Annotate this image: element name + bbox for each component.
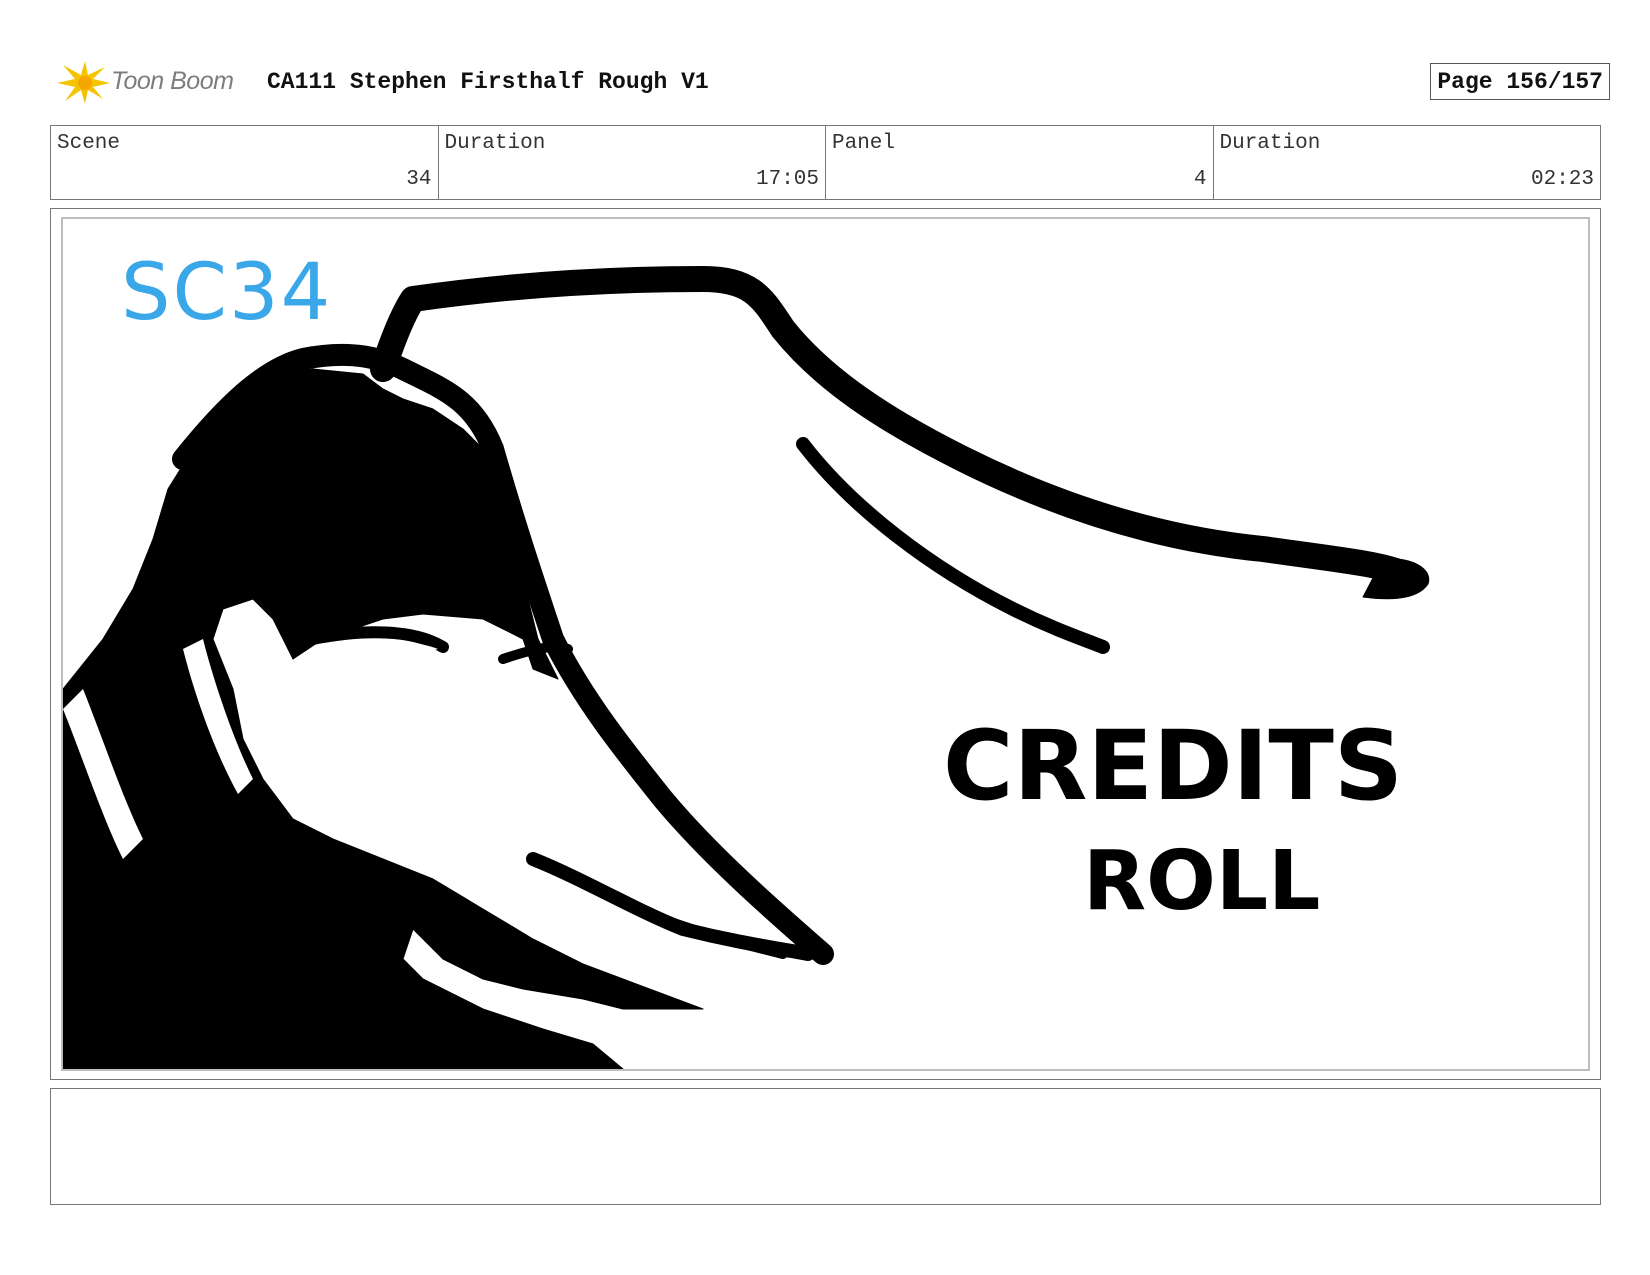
scene-duration-value: 17:05 — [755, 168, 819, 191]
panel-drawing-area: SC34 CREDITS ROLL — [61, 217, 1590, 1071]
panel-notes-box[interactable] — [50, 1088, 1601, 1205]
storyboard-panel: SC34 CREDITS ROLL — [50, 208, 1601, 1080]
scene-duration-label: Duration — [444, 132, 546, 155]
panel-duration-value: 02:23 — [1530, 168, 1594, 191]
scene-info-table: Scene 34 Duration 17:05 Panel 4 Duration… — [50, 125, 1601, 200]
logo-text: Toon Boom — [111, 67, 234, 95]
panel-duration-cell: Duration 02:23 — [1214, 126, 1601, 199]
lower-stroke-2 — [658, 914, 788, 959]
panel-value: 4 — [1193, 168, 1207, 191]
panel-sketch: SC34 CREDITS ROLL — [63, 248, 1430, 1069]
panel-label: Panel — [832, 132, 896, 155]
document-title: CA111 Stephen Firsthalf Rough V1 — [267, 69, 709, 95]
panel-duration-label: Duration — [1219, 132, 1321, 155]
caption-line-2: ROLL — [1083, 834, 1320, 929]
scene-tag: SC34 — [121, 248, 332, 338]
caption-line-1: CREDITS — [943, 710, 1403, 822]
scene-value: 34 — [406, 168, 432, 191]
toon-boom-logo: Toon Boom — [55, 57, 255, 105]
scene-cell: Scene 34 — [51, 126, 439, 199]
inner-stroke — [796, 437, 1110, 654]
scene-label: Scene — [57, 132, 121, 155]
scene-duration-cell: Duration 17:05 — [439, 126, 826, 199]
page-header: Toon Boom CA111 Stephen Firsthalf Rough … — [50, 55, 1610, 105]
panel-cell: Panel 4 — [826, 126, 1214, 199]
page-indicator: Page 156/157 — [1430, 63, 1610, 100]
starburst-icon — [57, 61, 110, 104]
